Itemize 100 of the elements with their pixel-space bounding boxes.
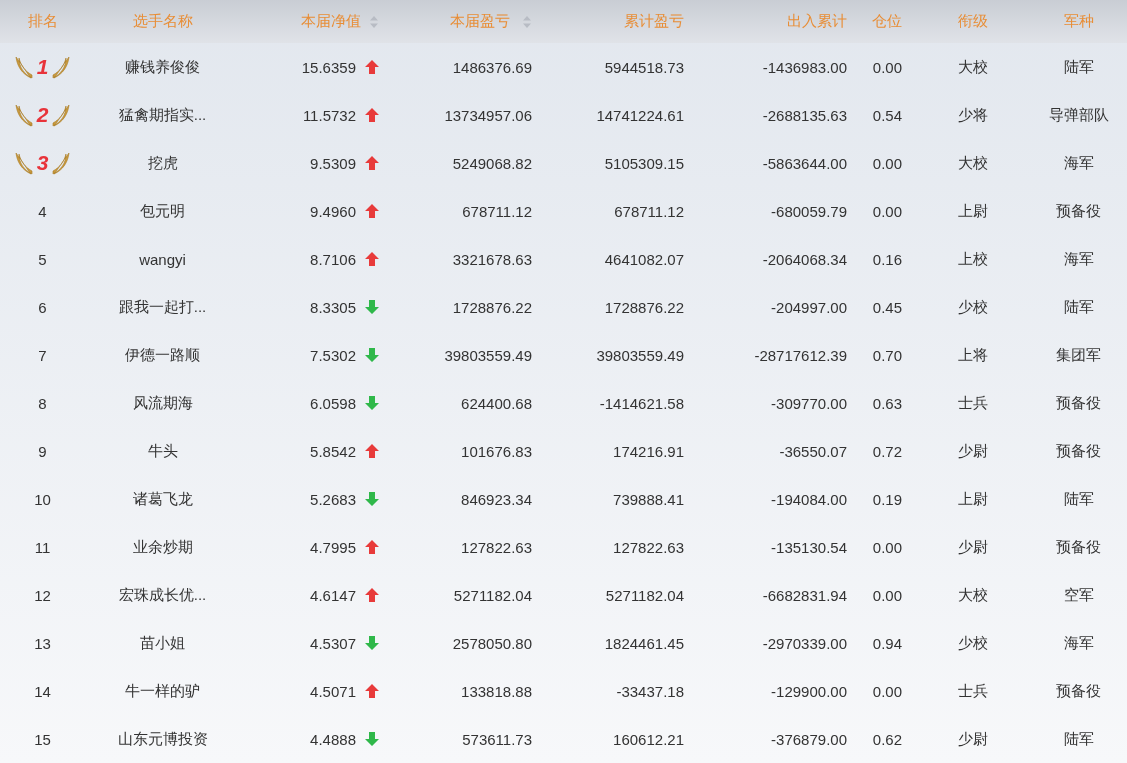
position-ratio: 0.00 bbox=[872, 58, 902, 76]
period-profit: 1728876.22 bbox=[452, 298, 532, 316]
period-profit: 846923.34 bbox=[461, 490, 532, 508]
net-value: 4.6147 bbox=[310, 586, 356, 604]
cash-flow: -28717612.39 bbox=[754, 346, 847, 364]
period-profit: 5249068.82 bbox=[452, 154, 532, 172]
player-name: wangyi bbox=[139, 250, 186, 268]
net-value: 4.5071 bbox=[310, 682, 356, 700]
period-profit: 133818.88 bbox=[461, 682, 532, 700]
rank-title: 少尉 bbox=[957, 441, 988, 461]
player-name: 风流期海 bbox=[132, 393, 193, 413]
column-header: 排名 bbox=[27, 12, 58, 31]
net-value: 4.4888 bbox=[310, 730, 356, 748]
player-name: 猛禽期指实... bbox=[118, 105, 207, 125]
rank-number: 10 bbox=[34, 490, 51, 508]
player-name: 诸葛飞龙 bbox=[132, 489, 193, 509]
column-header: 军种 bbox=[1063, 12, 1094, 31]
position-ratio: 0.45 bbox=[872, 298, 902, 316]
service-branch: 陆军 bbox=[1063, 729, 1094, 749]
rank-title: 士兵 bbox=[957, 681, 988, 701]
player-name: 苗小姐 bbox=[140, 633, 185, 653]
period-profit: 127822.63 bbox=[461, 538, 532, 556]
position-ratio: 0.00 bbox=[872, 682, 902, 700]
service-branch: 预备役 bbox=[1056, 393, 1101, 413]
period-profit: 678711.12 bbox=[462, 202, 532, 220]
total-profit: 39803559.49 bbox=[596, 346, 684, 364]
position-ratio: 0.62 bbox=[872, 730, 902, 748]
position-ratio: 0.16 bbox=[872, 250, 902, 268]
total-profit: 678711.12 bbox=[614, 202, 684, 220]
player-name: 跟我一起打... bbox=[118, 297, 207, 317]
service-branch: 海军 bbox=[1063, 249, 1094, 269]
wing-icon bbox=[13, 150, 34, 176]
cash-flow: -6682831.94 bbox=[762, 586, 847, 604]
total-profit: -1414621.58 bbox=[599, 394, 684, 412]
cash-flow: -2064068.34 bbox=[762, 250, 847, 268]
player-name: 宏珠成长优... bbox=[118, 585, 207, 605]
period-profit: 101676.83 bbox=[461, 442, 532, 460]
rank-title: 上校 bbox=[957, 249, 988, 269]
period-profit: 5271182.04 bbox=[453, 586, 532, 604]
sort-icon[interactable] bbox=[522, 14, 532, 29]
period-profit: 1486376.69 bbox=[452, 58, 532, 76]
rank-number: 6 bbox=[38, 298, 47, 316]
sort-icon[interactable] bbox=[369, 14, 379, 29]
total-profit: 5944518.73 bbox=[604, 58, 684, 76]
position-ratio: 0.63 bbox=[872, 394, 902, 412]
total-profit: 174216.91 bbox=[613, 442, 684, 460]
service-branch: 预备役 bbox=[1056, 201, 1101, 221]
net-value: 9.5309 bbox=[310, 154, 356, 172]
rank-title: 上尉 bbox=[957, 489, 988, 509]
rank-title: 大校 bbox=[957, 153, 988, 173]
cash-flow: -194084.00 bbox=[771, 490, 847, 508]
rank-number: 13 bbox=[34, 634, 51, 652]
rank-number: 11 bbox=[34, 538, 51, 556]
total-profit: 14741224.61 bbox=[596, 106, 684, 124]
column-header: 仓位 bbox=[872, 12, 902, 31]
net-value: 5.2683 bbox=[310, 490, 356, 508]
position-ratio: 0.00 bbox=[872, 154, 902, 172]
service-branch: 陆军 bbox=[1063, 489, 1094, 509]
player-name: 赚钱养俊俊 bbox=[125, 57, 200, 77]
player-name: 牛一样的驴 bbox=[125, 681, 200, 701]
service-branch: 空军 bbox=[1063, 585, 1094, 605]
net-value: 8.7106 bbox=[310, 250, 356, 268]
cash-flow: -135130.54 bbox=[771, 538, 847, 556]
net-value: 6.0598 bbox=[310, 394, 356, 412]
period-profit: 3321678.63 bbox=[452, 250, 532, 268]
net-value: 4.7995 bbox=[310, 538, 356, 556]
cash-flow: -1436983.00 bbox=[762, 58, 847, 76]
total-profit: 160612.21 bbox=[613, 730, 684, 748]
service-branch: 预备役 bbox=[1056, 537, 1101, 557]
total-profit: 1728876.22 bbox=[604, 298, 684, 316]
net-value: 5.8542 bbox=[310, 442, 356, 460]
position-ratio: 0.00 bbox=[872, 202, 902, 220]
rank-title: 少尉 bbox=[957, 537, 988, 557]
column-header: 本届净值 bbox=[301, 12, 361, 31]
player-name: 山东元博投资 bbox=[117, 729, 208, 749]
service-branch: 海军 bbox=[1063, 153, 1094, 173]
rank-title: 少将 bbox=[957, 105, 988, 125]
total-profit: 127822.63 bbox=[613, 538, 684, 556]
player-name: 挖虎 bbox=[147, 153, 178, 173]
period-profit: 13734957.06 bbox=[444, 106, 532, 124]
service-branch: 预备役 bbox=[1056, 441, 1101, 461]
service-branch: 预备役 bbox=[1056, 681, 1101, 701]
net-value: 15.6359 bbox=[301, 58, 356, 76]
total-profit: 1824461.45 bbox=[604, 634, 684, 652]
net-value: 8.3305 bbox=[310, 298, 356, 316]
player-name: 包元明 bbox=[140, 201, 185, 221]
service-branch: 陆军 bbox=[1063, 57, 1094, 77]
rank-title: 少校 bbox=[957, 633, 988, 653]
wing-icon bbox=[13, 54, 34, 80]
service-branch: 海军 bbox=[1063, 633, 1094, 653]
rank-number: 8 bbox=[38, 394, 47, 412]
net-value: 7.5302 bbox=[310, 346, 356, 364]
player-name: 业余炒期 bbox=[132, 537, 193, 557]
cash-flow: -36550.07 bbox=[779, 442, 847, 460]
rank-number: 7 bbox=[38, 346, 47, 364]
cash-flow: -129900.00 bbox=[771, 682, 847, 700]
player-name: 伊德一路顺 bbox=[125, 345, 200, 365]
cash-flow: -309770.00 bbox=[771, 394, 847, 412]
column-header: 出入累计 bbox=[787, 12, 847, 31]
rank-title: 大校 bbox=[957, 57, 988, 77]
